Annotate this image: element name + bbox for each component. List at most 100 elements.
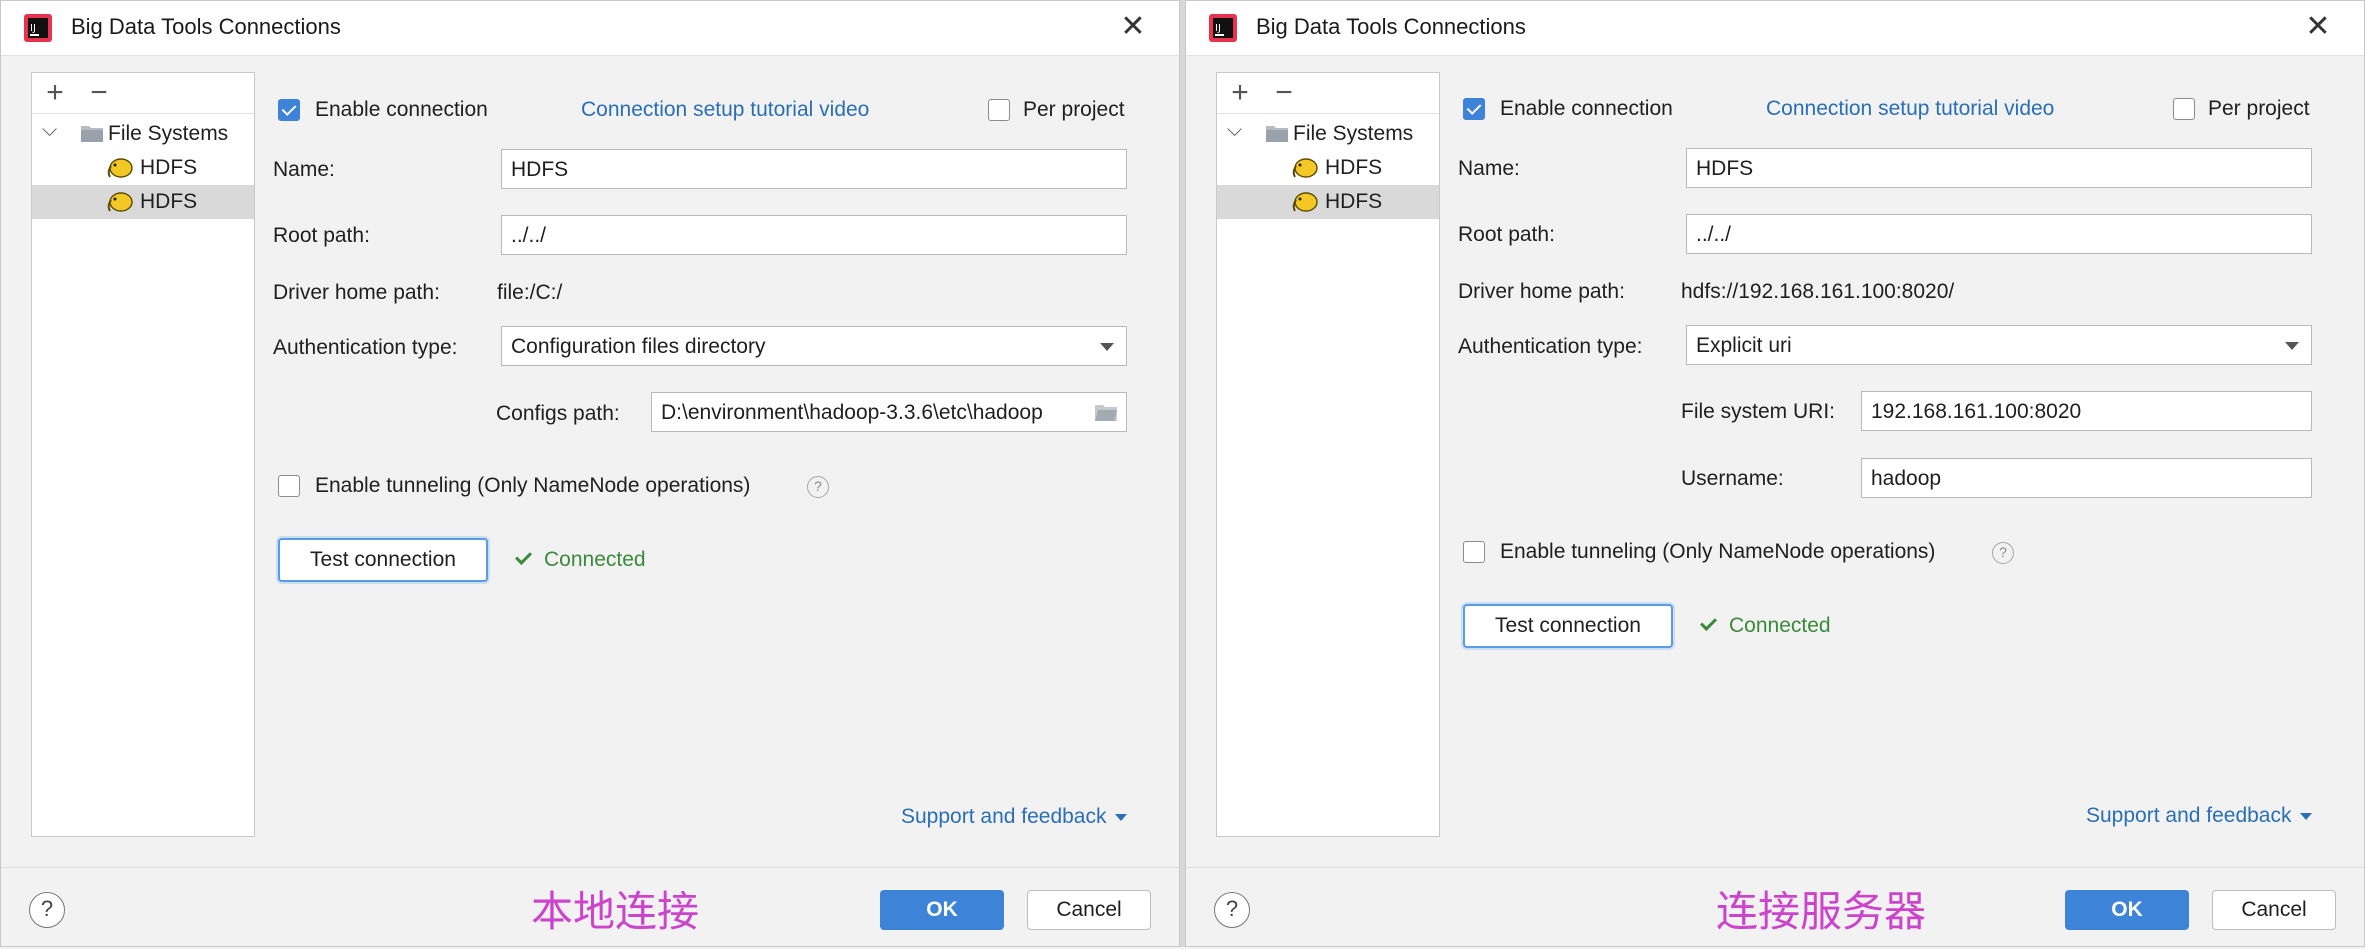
tree-item-hdfs-selected[interactable]: HDFS xyxy=(32,185,254,219)
tutorial-video-link[interactable]: Connection setup tutorial video xyxy=(1766,97,2054,121)
help-icon[interactable]: ? xyxy=(29,892,65,928)
app-icon: IJ xyxy=(24,14,52,42)
name-label: Name: xyxy=(1458,157,1520,180)
root-path-label: Root path: xyxy=(273,224,370,247)
dropdown-arrow-icon xyxy=(2285,342,2299,350)
help-icon[interactable]: ? xyxy=(807,476,829,498)
checkmark-icon xyxy=(515,548,532,565)
tree-item-label: HDFS xyxy=(1325,190,1383,213)
browse-folder-icon[interactable] xyxy=(1094,402,1118,422)
name-field[interactable]: HDFS xyxy=(501,149,1127,189)
add-connection-icon[interactable]: + xyxy=(1225,75,1255,111)
per-project-checkbox[interactable] xyxy=(2173,98,2195,120)
fs-uri-label: File system URI: xyxy=(1681,400,1836,423)
tree-item-label: File Systems xyxy=(1293,122,1414,145)
add-connection-icon[interactable]: + xyxy=(40,75,70,111)
folder-icon xyxy=(1266,126,1288,142)
chevron-down-icon[interactable]: ⌵ xyxy=(1227,119,1242,142)
per-project-label: Per project xyxy=(2208,97,2310,120)
annotation-note: 连接服务器 xyxy=(1716,887,1927,936)
per-project-label: Per project xyxy=(1023,98,1125,121)
root-path-label: Root path: xyxy=(1458,223,1555,246)
test-connection-button[interactable]: Test connection xyxy=(1463,604,1673,648)
remove-connection-icon[interactable]: − xyxy=(84,75,114,111)
tree-item-label: HDFS xyxy=(140,156,198,179)
connection-status: Connected xyxy=(1698,614,1831,638)
connections-tree: + − ⌵ File Systems HDFS HDFS xyxy=(31,72,255,837)
configs-path-field[interactable]: D:\environment\hadoop-3.3.6\etc\hadoop xyxy=(651,392,1127,432)
root-path-field[interactable]: ../../ xyxy=(1686,214,2312,254)
dialog-footer: ? 连接服务器 OK Cancel xyxy=(1186,867,2364,949)
cancel-button[interactable]: Cancel xyxy=(2212,890,2336,930)
dropdown-arrow-icon xyxy=(1100,343,1114,351)
hadoop-elephant-icon xyxy=(107,192,133,212)
tree-item-hdfs-selected[interactable]: HDFS xyxy=(1217,185,1439,219)
enable-connection-checkbox[interactable] xyxy=(1463,98,1485,120)
tree-toolbar: + − xyxy=(1217,73,1439,114)
connections-dialog-server: IJ Big Data Tools Connections ✕ + − ⌵ Fi… xyxy=(1185,0,2365,947)
driver-home-value: file:/C:/ xyxy=(497,281,563,304)
checkmark-icon xyxy=(1700,614,1717,631)
auth-type-label: Authentication type: xyxy=(273,336,458,359)
root-path-field[interactable]: ../../ xyxy=(501,215,1127,255)
support-feedback-label: Support and feedback xyxy=(2086,804,2292,827)
hadoop-elephant-icon xyxy=(107,158,133,178)
name-label: Name: xyxy=(273,158,335,181)
tree-item-label: HDFS xyxy=(1325,156,1383,179)
enable-connection-label: Enable connection xyxy=(315,98,488,121)
test-connection-button[interactable]: Test connection xyxy=(278,538,488,582)
dialog-footer: ? 本地连接 OK Cancel xyxy=(1,867,1179,949)
connections-tree: + − ⌵ File Systems HDFS HDFS xyxy=(1216,72,1440,837)
enable-tunneling-label: Enable tunneling (Only NameNode operatio… xyxy=(1500,540,1936,563)
name-field[interactable]: HDFS xyxy=(1686,148,2312,188)
enable-connection-checkbox[interactable] xyxy=(278,99,300,121)
svg-text:IJ: IJ xyxy=(30,23,36,34)
close-icon[interactable]: ✕ xyxy=(2300,9,2336,45)
help-icon[interactable]: ? xyxy=(1992,542,2014,564)
tree-item-file-systems[interactable]: ⌵ File Systems xyxy=(32,117,254,151)
support-feedback-link[interactable]: Support and feedback xyxy=(901,805,1127,829)
auth-type-value: Configuration files directory xyxy=(511,335,766,358)
help-icon[interactable]: ? xyxy=(1214,892,1250,928)
connection-status-text: Connected xyxy=(544,548,646,571)
caret-down-icon xyxy=(2299,812,2312,820)
folder-icon xyxy=(81,126,103,142)
ok-button[interactable]: OK xyxy=(880,890,1004,930)
fs-uri-field[interactable]: 192.168.161.100:8020 xyxy=(1861,391,2312,431)
driver-home-label: Driver home path: xyxy=(273,281,440,304)
enable-tunneling-checkbox[interactable] xyxy=(1463,541,1485,563)
tree-item-hdfs[interactable]: HDFS xyxy=(32,151,254,185)
auth-type-label: Authentication type: xyxy=(1458,335,1643,358)
support-feedback-label: Support and feedback xyxy=(901,805,1107,828)
connection-status-text: Connected xyxy=(1729,614,1831,637)
enable-connection-label: Enable connection xyxy=(1500,97,1673,120)
enable-tunneling-checkbox[interactable] xyxy=(278,475,300,497)
tree-item-file-systems[interactable]: ⌵ File Systems xyxy=(1217,117,1439,151)
hadoop-elephant-icon xyxy=(1292,158,1318,178)
ok-button[interactable]: OK xyxy=(2065,890,2189,930)
chevron-down-icon[interactable]: ⌵ xyxy=(42,119,57,142)
driver-home-label: Driver home path: xyxy=(1458,280,1625,303)
per-project-checkbox[interactable] xyxy=(988,99,1010,121)
caret-down-icon xyxy=(1114,813,1127,821)
tree-item-label: File Systems xyxy=(108,122,229,145)
title-bar: IJ Big Data Tools Connections ✕ xyxy=(1186,1,2364,56)
close-icon[interactable]: ✕ xyxy=(1115,9,1151,45)
svg-text:IJ: IJ xyxy=(1215,23,1221,34)
cancel-button[interactable]: Cancel xyxy=(1027,890,1151,930)
tree-item-hdfs[interactable]: HDFS xyxy=(1217,151,1439,185)
title-bar: IJ Big Data Tools Connections ✕ xyxy=(1,1,1179,56)
connection-status: Connected xyxy=(513,548,646,572)
username-field[interactable]: hadoop xyxy=(1861,458,2312,498)
username-label: Username: xyxy=(1681,467,1784,490)
annotation-note: 本地连接 xyxy=(531,887,700,936)
driver-home-value: hdfs://192.168.161.100:8020/ xyxy=(1681,280,1955,303)
auth-type-value: Explicit uri xyxy=(1696,334,1792,357)
configs-path-value: D:\environment\hadoop-3.3.6\etc\hadoop xyxy=(661,401,1043,424)
auth-type-select[interactable]: Configuration files directory xyxy=(501,326,1127,366)
hadoop-elephant-icon xyxy=(1292,192,1318,212)
remove-connection-icon[interactable]: − xyxy=(1269,75,1299,111)
tutorial-video-link[interactable]: Connection setup tutorial video xyxy=(581,98,869,122)
support-feedback-link[interactable]: Support and feedback xyxy=(2086,804,2312,828)
auth-type-select[interactable]: Explicit uri xyxy=(1686,325,2312,365)
